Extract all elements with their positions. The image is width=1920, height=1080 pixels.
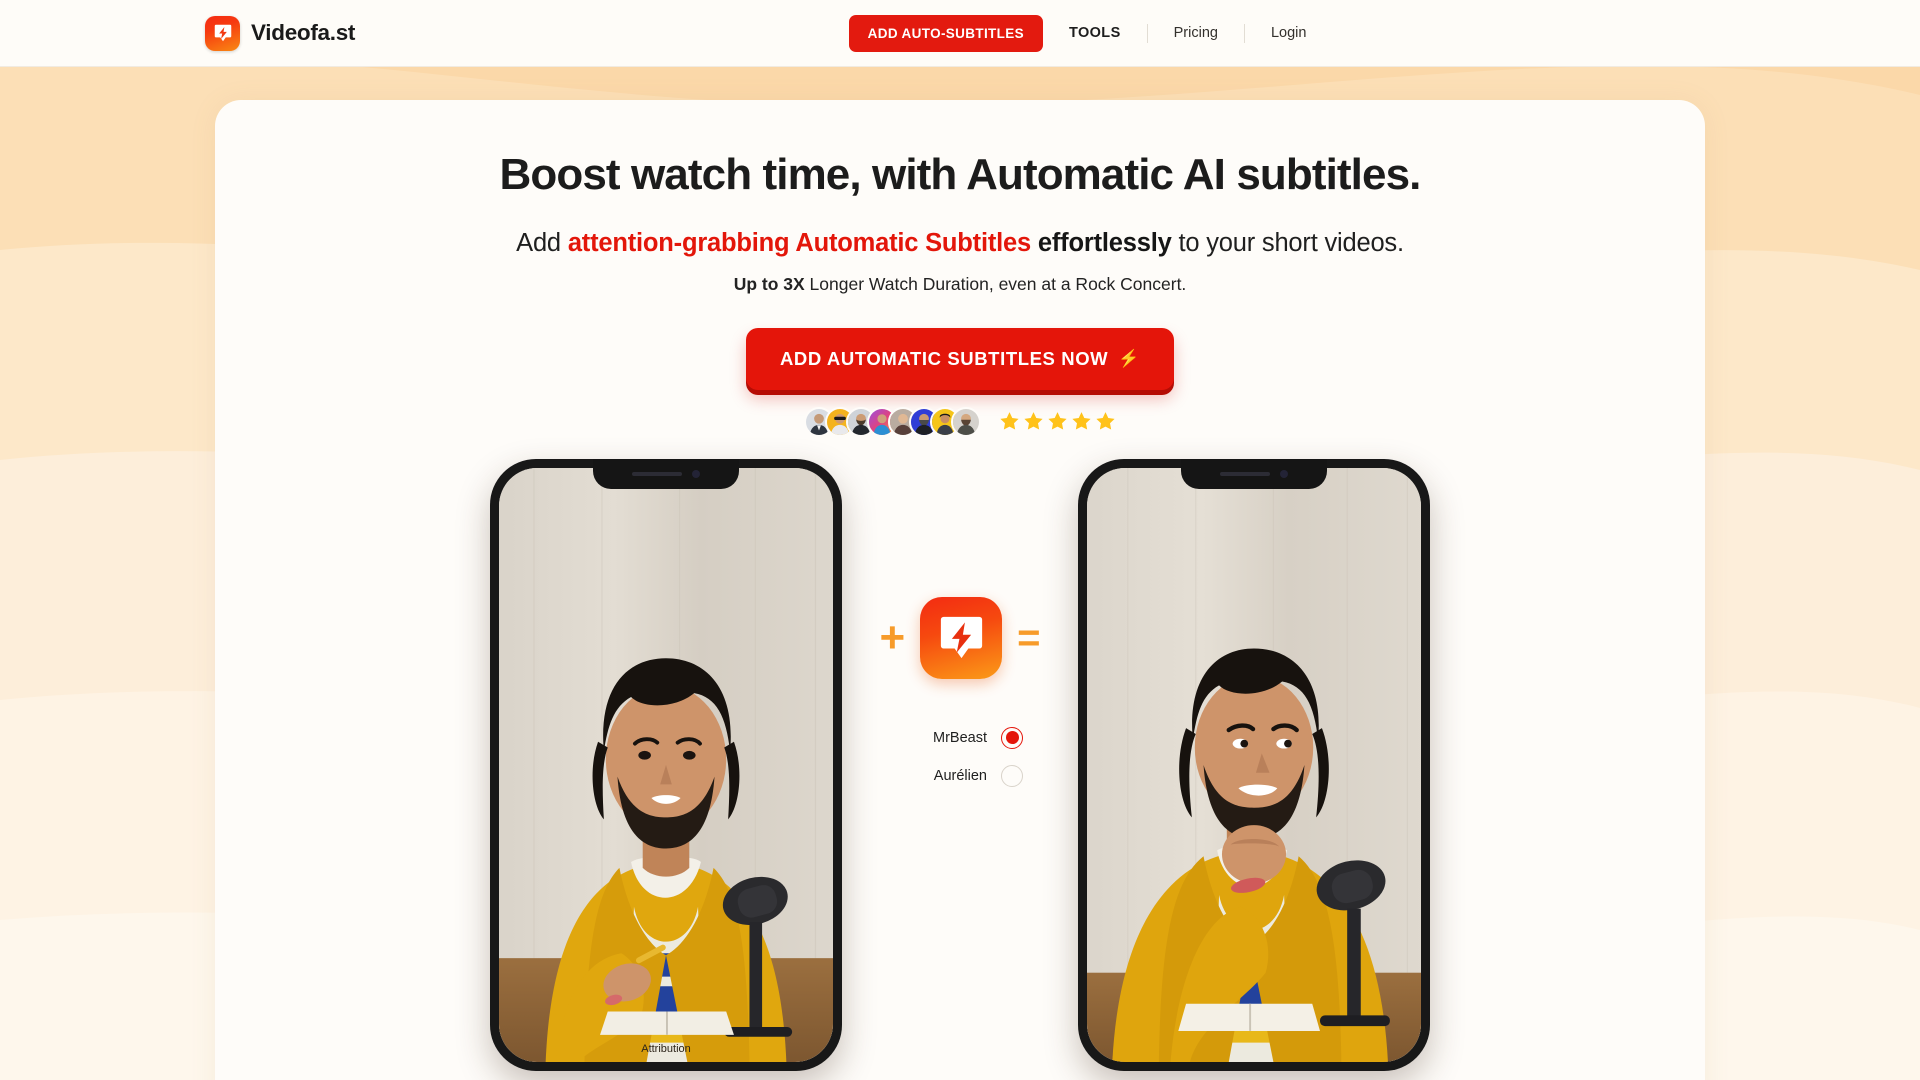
hero-card: Boost watch time, with Automatic AI subt… bbox=[215, 100, 1705, 1080]
videofast-app-icon bbox=[920, 596, 1003, 679]
plus-icon: + bbox=[879, 612, 906, 662]
page-title: Boost watch time, with Automatic AI subt… bbox=[499, 150, 1422, 199]
avatar-stack bbox=[803, 406, 981, 437]
star-icon bbox=[1070, 410, 1093, 433]
nav-divider bbox=[1243, 23, 1245, 43]
speaker-icon bbox=[1220, 471, 1270, 476]
hero-supporting-text: Up to 3X Longer Watch Duration, even at … bbox=[215, 274, 1705, 295]
star-icon bbox=[998, 410, 1021, 433]
radio-button-unselected[interactable] bbox=[1001, 764, 1023, 787]
nav-divider bbox=[1146, 23, 1148, 43]
cta-container: ADD AUTOMATIC SUBTITLES NOW ⚡ bbox=[215, 327, 1705, 390]
add-automatic-subtitles-now-button[interactable]: ADD AUTOMATIC SUBTITLES NOW ⚡ bbox=[745, 327, 1175, 390]
radio-label: MrBeast bbox=[933, 729, 987, 746]
comparison-controls: + = MrBeast Aurélien bbox=[842, 459, 1078, 803]
top-navbar: Videofa.st ADD AUTO-SUBTITLES TOOLS Pric… bbox=[0, 0, 1920, 67]
nav-add-auto-subtitles-button[interactable]: ADD AUTO-SUBTITLES bbox=[848, 14, 1043, 52]
star-icon bbox=[1022, 410, 1045, 433]
equation-row: + = bbox=[842, 596, 1078, 679]
camera-icon bbox=[692, 469, 700, 478]
nav-item-tools[interactable]: TOOLS bbox=[1069, 25, 1121, 41]
demo-comparison: Attribution + = MrBeast Aurélien bbox=[215, 458, 1705, 1071]
hero-subheadline: Add attention-grabbing Automatic Subtitl… bbox=[215, 229, 1705, 258]
lightning-bolt-icon: ⚡ bbox=[1118, 349, 1141, 369]
phone-notch bbox=[1181, 458, 1327, 489]
supporting-text-bold: Up to 3X bbox=[733, 273, 805, 294]
cta-label: ADD AUTOMATIC SUBTITLES NOW bbox=[779, 347, 1109, 369]
star-icon bbox=[1094, 410, 1117, 433]
brand-name: Videofa.st bbox=[251, 20, 356, 45]
phone-screen-before bbox=[499, 467, 833, 1062]
phone-screen-after bbox=[1087, 467, 1421, 1062]
phone-mockup-before: Attribution bbox=[490, 458, 842, 1071]
attribution-label: Attribution bbox=[641, 1042, 691, 1055]
radio-label: Aurélien bbox=[933, 767, 987, 784]
subheadline-bold: effortlessly bbox=[1031, 228, 1172, 257]
equals-icon: = bbox=[1017, 615, 1041, 660]
nav-item-login[interactable]: Login bbox=[1271, 25, 1306, 41]
radio-option-mrbeast[interactable]: MrBeast bbox=[842, 726, 1078, 749]
speaker-icon bbox=[632, 471, 682, 476]
star-icon bbox=[1046, 410, 1069, 433]
star-rating bbox=[998, 410, 1117, 433]
subheadline-highlight: attention-grabbing Automatic Subtitles bbox=[567, 228, 1032, 257]
supporting-text-rest: Longer Watch Duration, even at a Rock Co… bbox=[804, 273, 1187, 294]
subheadline-tail: to your short videos. bbox=[1171, 228, 1404, 257]
nav-item-pricing[interactable]: Pricing bbox=[1174, 25, 1218, 41]
page-root: Videofa.st ADD AUTO-SUBTITLES TOOLS Pric… bbox=[0, 0, 1920, 1080]
phone-notch bbox=[593, 458, 739, 489]
social-proof bbox=[215, 406, 1705, 437]
phone-mockup-after bbox=[1078, 458, 1430, 1071]
brand-logo-link[interactable]: Videofa.st bbox=[205, 15, 356, 51]
bolt-logo-icon bbox=[205, 15, 240, 51]
style-option-group: MrBeast Aurélien bbox=[842, 726, 1078, 803]
subheadline-lead: Add bbox=[516, 228, 568, 257]
camera-icon bbox=[1280, 469, 1288, 478]
avatar bbox=[950, 406, 981, 437]
nav-center-group: ADD AUTO-SUBTITLES TOOLS Pricing Login bbox=[848, 14, 1306, 52]
radio-option-aurelien[interactable]: Aurélien bbox=[842, 764, 1078, 787]
radio-button-selected[interactable] bbox=[1001, 726, 1023, 749]
